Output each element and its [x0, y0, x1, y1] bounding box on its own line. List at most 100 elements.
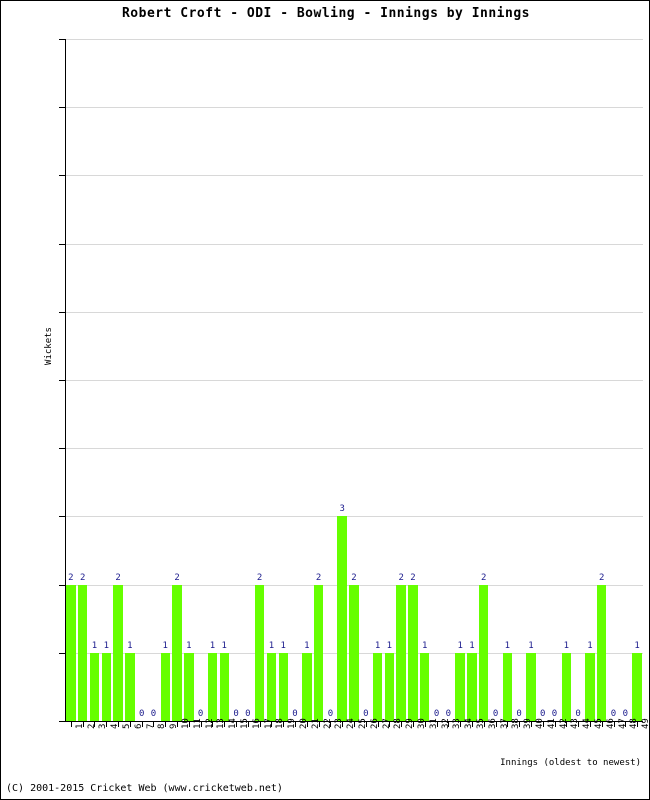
chart-figure: Robert Croft - ODI - Bowling - Innings b… — [0, 0, 650, 800]
y-tick-mark — [59, 311, 65, 313]
x-tick-mark — [94, 722, 96, 727]
y-tick-mark — [59, 448, 65, 450]
y-axis-label: Wickets — [44, 327, 54, 365]
y-tick-mark — [59, 721, 65, 722]
x-tick-mark — [507, 722, 509, 727]
x-tick-mark — [271, 722, 273, 727]
x-tick-mark — [200, 722, 202, 727]
x-tick-mark — [236, 722, 238, 727]
bar — [77, 584, 88, 721]
x-tick-mark — [424, 722, 426, 727]
bar-value-label: 0 — [575, 709, 581, 719]
bar-value-label: 1 — [280, 640, 286, 651]
x-tick-mark — [330, 722, 332, 727]
bar-value-label: 2 — [410, 572, 416, 583]
bar-value-label: 0 — [492, 709, 499, 719]
x-tick-mark — [212, 722, 214, 727]
bar-value-label: 1 — [634, 640, 640, 651]
bar-value-label: 0 — [363, 709, 369, 719]
bar-value-label: 1 — [221, 640, 227, 651]
gridline — [65, 448, 643, 450]
x-tick-mark — [554, 722, 556, 727]
x-tick-mark — [354, 722, 355, 727]
bar-value-label: 1 — [386, 640, 393, 651]
bar-value-label: 1 — [304, 640, 310, 651]
bar-value-label: 2 — [351, 572, 357, 583]
y-tick-mark — [59, 39, 65, 40]
gridline — [65, 380, 643, 381]
bar — [467, 652, 477, 721]
x-axis-label: Innings (oldest to newest) — [500, 758, 641, 768]
x-tick-mark — [377, 722, 379, 727]
x-tick-mark — [247, 722, 249, 727]
bar-value-label: 2 — [598, 572, 605, 583]
x-tick-mark — [141, 722, 143, 727]
x-tick-mark — [625, 722, 627, 727]
bar-value-label: 1 — [587, 640, 593, 651]
y-tick-mark — [59, 516, 65, 518]
gridline — [65, 107, 643, 109]
chart-title: Robert Croft - ODI - Bowling - Innings b… — [121, 6, 530, 21]
bar-value-label: 1 — [103, 640, 109, 651]
bar — [337, 516, 347, 721]
bar — [113, 584, 123, 721]
x-tick-mark — [70, 722, 72, 727]
gridline — [65, 243, 643, 245]
x-tick-mark — [389, 722, 391, 727]
bar — [254, 584, 265, 721]
x-tick-mark — [365, 722, 367, 727]
bar-value-label: 0 — [292, 709, 298, 719]
bar-value-label: 2 — [315, 572, 322, 583]
bar — [596, 584, 607, 721]
bar — [172, 584, 182, 721]
bar-value-label: 2 — [481, 572, 487, 583]
bar-value-label: 3 — [339, 504, 345, 515]
bar — [349, 584, 359, 721]
bar-value-label: 0 — [197, 709, 204, 719]
bar-value-label: 0 — [516, 709, 522, 719]
gridline — [65, 175, 643, 177]
bar — [396, 584, 406, 721]
bar — [266, 652, 277, 721]
y-tick-mark — [59, 652, 65, 654]
bar-value-label: 1 — [422, 640, 428, 651]
bar-value-label: 1 — [469, 640, 475, 651]
bar-value-label: 0 — [150, 709, 157, 719]
bar-value-label: 1 — [162, 640, 168, 651]
bar-value-label: 1 — [186, 640, 192, 651]
x-tick-mark — [82, 722, 84, 727]
x-tick-mark — [342, 722, 344, 727]
bar-value-label: 0 — [622, 709, 628, 719]
x-tick-mark — [471, 722, 473, 727]
x-tick-mark — [436, 722, 438, 727]
bar-value-label: 1 — [504, 640, 511, 651]
x-tick-mark — [129, 722, 131, 727]
gridline — [65, 39, 643, 40]
x-tick-mark — [401, 722, 403, 727]
bar — [479, 584, 489, 721]
bar-value-label: 0 — [327, 709, 334, 719]
x-tick-mark — [448, 722, 450, 727]
bar-value-label: 0 — [245, 709, 251, 719]
bar-value-label: 1 — [528, 640, 534, 651]
bar-value-label: 1 — [563, 640, 570, 651]
bar-value-label: 2 — [115, 572, 121, 583]
y-axis-line — [65, 39, 66, 721]
y-tick-mark — [59, 107, 65, 109]
bar-value-label: 1 — [127, 640, 133, 651]
x-tick-mark — [566, 722, 568, 727]
x-tick-mark — [460, 722, 462, 727]
x-tick-mark — [118, 722, 120, 727]
bar — [313, 584, 324, 721]
gridline — [65, 516, 643, 518]
bar-value-label: 0 — [445, 709, 452, 719]
copyright-footer: (C) 2001-2015 Cricket Web (www.cricketwe… — [6, 783, 283, 794]
y-tick-mark — [59, 243, 65, 245]
x-tick-mark — [483, 722, 485, 727]
x-tick-mark — [106, 722, 108, 727]
x-tick-mark — [637, 722, 639, 727]
gridline — [65, 311, 643, 313]
x-tick-mark — [601, 722, 603, 727]
y-tick-mark — [59, 380, 65, 381]
x-tick-mark — [495, 722, 497, 727]
